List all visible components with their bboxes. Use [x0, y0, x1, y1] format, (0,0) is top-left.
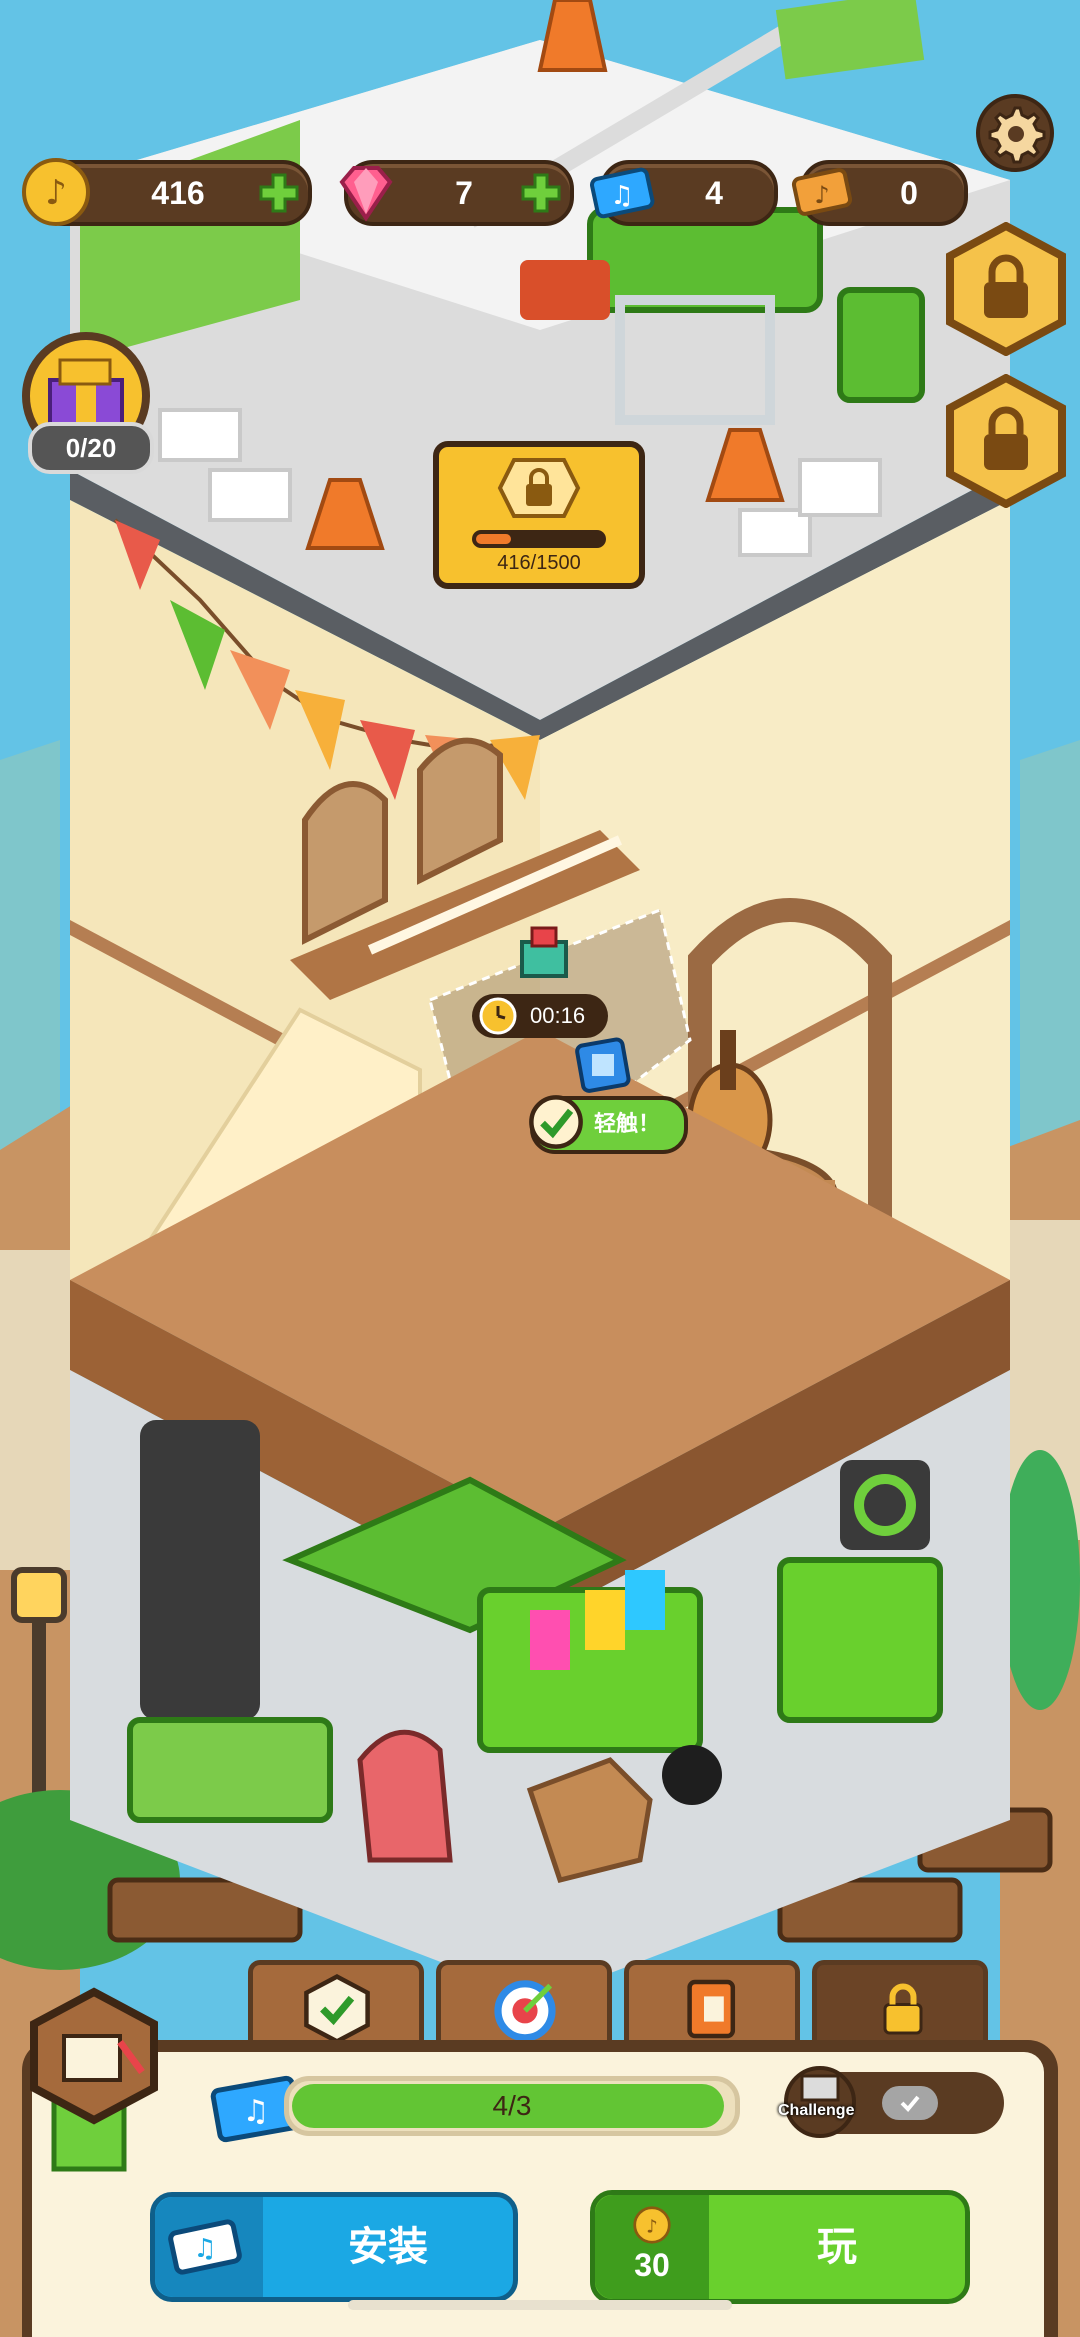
music-ticket-icon: ♫ — [168, 2219, 242, 2275]
challenge-toggle[interactable]: Challenge — [778, 2066, 1004, 2138]
locked-slot-2[interactable] — [944, 373, 1068, 509]
play-cost-box: ♪ 30 — [595, 2195, 709, 2299]
tap-button[interactable]: 轻触！ — [529, 1095, 688, 1154]
gem-value: 7 — [455, 175, 473, 211]
clock-icon — [479, 997, 517, 1035]
svg-text:♫: ♫ — [610, 181, 633, 211]
lock-hex-icon — [946, 373, 1066, 509]
construction-lock-icon — [433, 441, 645, 589]
svg-text:♪: ♪ — [646, 2216, 658, 2237]
install-button[interactable]: ♫ 安装 — [150, 2192, 518, 2302]
install-icon-box: ♫ — [155, 2197, 263, 2297]
tab-locked[interactable] — [812, 1960, 988, 2052]
coin-value: 416 — [151, 175, 205, 211]
music-ticket-icon: ♫ — [589, 167, 655, 219]
home-indicator[interactable] — [348, 2300, 732, 2310]
tab-tasks[interactable] — [248, 1960, 424, 2052]
gear-icon — [988, 106, 1046, 164]
build-mode-icon[interactable] — [24, 1984, 164, 2174]
street-lamp-post — [32, 1600, 46, 1820]
paint-book-icon — [687, 1979, 736, 2039]
golden-ticket-value: 0 — [900, 175, 918, 211]
target-icon — [494, 1980, 556, 2042]
svg-text:♫: ♫ — [243, 2094, 270, 2129]
coin-icon: ♪ — [22, 158, 90, 226]
tab-target[interactable] — [436, 1960, 612, 2052]
challenge-switch[interactable] — [882, 2086, 938, 2120]
play-label: 玩 — [817, 2224, 857, 2270]
build-timer: 00:16 — [472, 994, 608, 1038]
golden-ticket-counter[interactable]: ♪ 0 — [791, 160, 968, 226]
add-gems-icon[interactable] — [520, 172, 562, 214]
play-cost: 30 — [634, 2247, 670, 2283]
svg-text:♪: ♪ — [45, 173, 67, 213]
construction-sign[interactable]: 416/1500 — [432, 440, 646, 600]
coin-counter[interactable]: ♪ 416 — [22, 158, 312, 226]
tap-label: 轻触！ — [594, 1112, 661, 1137]
lock-icon — [883, 1983, 923, 2035]
play-button[interactable]: ♪ 30 玩 — [590, 2190, 970, 2304]
ticket-counter[interactable]: ♫ 4 — [589, 160, 778, 226]
ticket-progress-text: 4/3 — [492, 2090, 532, 2121]
gem-counter[interactable]: 7 — [339, 160, 574, 226]
checkmark-icon — [529, 1095, 583, 1149]
check-icon — [900, 2095, 920, 2112]
add-coins-icon[interactable] — [258, 172, 300, 214]
coin-icon: ♪ — [633, 2206, 671, 2244]
check-hex-icon — [304, 1974, 370, 2044]
svg-text:♫: ♫ — [193, 2234, 216, 2264]
challenge-label: Challenge — [778, 2102, 855, 2119]
construction-progress-text: 416/1500 — [497, 552, 581, 574]
svg-text:♪: ♪ — [814, 181, 829, 209]
golden-ticket-icon: ♪ — [791, 168, 853, 216]
gift-count: 0/20 — [28, 422, 154, 474]
flag-icon — [784, 2066, 856, 2138]
locked-slot-1[interactable] — [944, 221, 1068, 357]
construction-progress-fill — [476, 534, 511, 544]
settings-button[interactable] — [976, 94, 1054, 172]
tab-decor[interactable] — [624, 1960, 800, 2052]
install-label: 安装 — [348, 2224, 428, 2270]
ticket-value: 4 — [705, 175, 723, 211]
timer-text: 00:16 — [530, 1003, 586, 1028]
blueprint-icon[interactable] — [574, 1036, 634, 1096]
lock-hex-icon — [946, 221, 1066, 357]
gem-icon — [339, 166, 393, 222]
gift-crate-icon[interactable] — [514, 922, 574, 982]
